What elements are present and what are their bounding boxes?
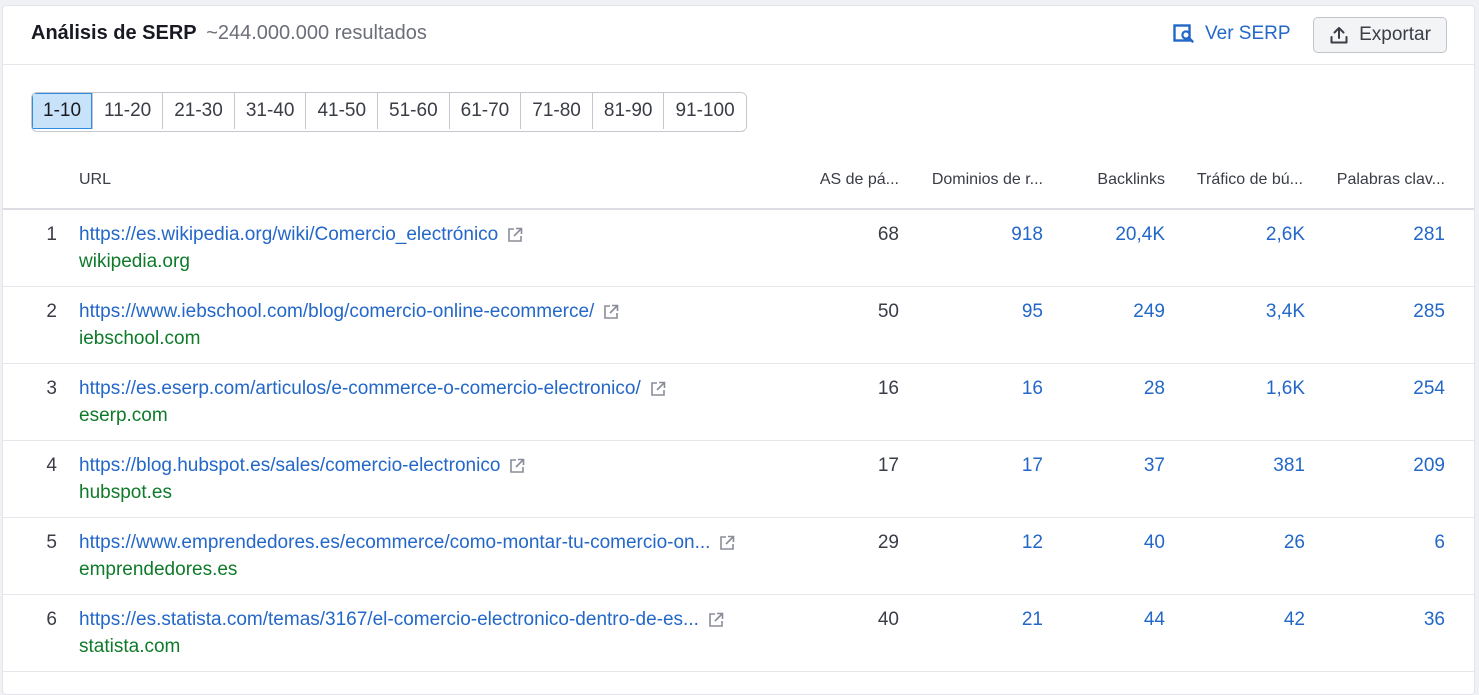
row-rank: 1 (46, 224, 57, 245)
url-text: https://www.emprendedores.es/ecommerce/c… (79, 532, 711, 553)
backlinks-value[interactable]: 37 (1075, 455, 1165, 477)
table-row: 4 https://blog.hubspot.es/sales/comercio… (3, 441, 1474, 518)
referring-domains-value[interactable]: 918 (953, 224, 1043, 246)
referring-domains-value[interactable]: 12 (953, 532, 1043, 554)
external-link-icon[interactable] (649, 380, 667, 398)
authority-score-value: 40 (877, 609, 899, 630)
export-button[interactable]: Exportar (1313, 17, 1447, 53)
page-range-button[interactable]: 51-60 (378, 93, 450, 129)
page-range-button[interactable]: 1-10 (32, 93, 94, 129)
external-link-icon[interactable] (718, 534, 736, 552)
column-header-referring-domains[interactable]: Dominios de r... (919, 171, 1043, 189)
authority-score-value: 50 (877, 301, 899, 322)
row-rank: 4 (46, 455, 57, 476)
authority-score-value: 16 (877, 378, 899, 399)
external-link-icon[interactable] (707, 611, 725, 629)
keywords-value[interactable]: 285 (1353, 301, 1445, 323)
serp-analysis-panel: Análisis de SERP ~244.000.000 resultados… (2, 5, 1475, 695)
url-text: https://blog.hubspot.es/sales/comercio-e… (79, 455, 501, 476)
result-url-link[interactable]: https://www.emprendedores.es/ecommerce/c… (79, 532, 736, 554)
search-traffic-value[interactable]: 1,6K (1213, 378, 1305, 400)
result-url-link[interactable]: https://www.iebschool.com/blog/comercio-… (79, 301, 620, 323)
result-domain: hubspot.es (79, 482, 172, 503)
column-header-search-traffic[interactable]: Tráfico de bú... (1183, 171, 1303, 189)
row-rank: 5 (46, 532, 57, 553)
row-rank: 3 (46, 378, 57, 399)
referring-domains-value[interactable]: 17 (953, 455, 1043, 477)
url-text: https://es.eserp.com/articulos/e-commerc… (79, 378, 641, 399)
page-range-button[interactable]: 81-90 (592, 93, 665, 129)
serp-preview-icon (1173, 24, 1194, 43)
page-range-button[interactable]: 41-50 (306, 93, 379, 129)
column-header-backlinks[interactable]: Backlinks (1073, 171, 1165, 189)
result-url-link[interactable]: https://es.statista.com/temas/3167/el-co… (79, 609, 725, 631)
ver-serp-button[interactable]: Ver SERP (1173, 22, 1291, 46)
table-row: 3 https://es.eserp.com/articulos/e-comme… (3, 364, 1474, 441)
url-text: https://es.wikipedia.org/wiki/Comercio_e… (79, 224, 499, 245)
backlinks-value[interactable]: 28 (1075, 378, 1165, 400)
referring-domains-value[interactable]: 21 (953, 609, 1043, 631)
table-row: 6 https://es.statista.com/temas/3167/el-… (3, 595, 1474, 672)
ver-serp-label: Ver SERP (1205, 23, 1291, 44)
url-text: https://es.statista.com/temas/3167/el-co… (79, 609, 699, 630)
results-pagination: 1-10 11-20 21-30 31-40 41-50 51-60 61-70… (31, 92, 747, 132)
table-row: 2 https://www.iebschool.com/blog/comerci… (3, 287, 1474, 364)
backlinks-value[interactable]: 20,4K (1075, 224, 1165, 246)
panel-title: Análisis de SERP ~244.000.000 resultados (31, 22, 427, 45)
keywords-value[interactable]: 254 (1353, 378, 1445, 400)
search-traffic-value[interactable]: 381 (1213, 455, 1305, 477)
page-range-button[interactable]: 71-80 (521, 93, 593, 129)
page-range-button[interactable]: 31-40 (234, 93, 307, 129)
referring-domains-value[interactable]: 95 (953, 301, 1043, 323)
keywords-value[interactable]: 6 (1353, 532, 1445, 554)
search-traffic-value[interactable]: 42 (1213, 609, 1305, 631)
backlinks-value[interactable]: 44 (1075, 609, 1165, 631)
external-link-icon[interactable] (506, 226, 524, 244)
row-rank: 6 (46, 609, 57, 630)
row-rank: 2 (46, 301, 57, 322)
table-row: 1 https://es.wikipedia.org/wiki/Comercio… (3, 210, 1474, 287)
backlinks-value[interactable]: 40 (1075, 532, 1165, 554)
result-domain: emprendedores.es (79, 559, 238, 580)
table-row: 5 https://www.emprendedores.es/ecommerce… (3, 518, 1474, 595)
authority-score-value: 17 (877, 455, 899, 476)
export-label: Exportar (1359, 24, 1431, 45)
result-url-link[interactable]: https://es.wikipedia.org/wiki/Comercio_e… (79, 224, 524, 246)
result-domain: statista.com (79, 636, 181, 657)
results-count: ~244.000.000 resultados (206, 22, 427, 44)
authority-score-value: 68 (877, 224, 899, 245)
result-url-link[interactable]: https://blog.hubspot.es/sales/comercio-e… (79, 455, 526, 477)
column-header-keywords[interactable]: Palabras clav... (1323, 171, 1445, 189)
search-traffic-value[interactable]: 2,6K (1213, 224, 1305, 246)
keywords-value[interactable]: 36 (1353, 609, 1445, 631)
result-domain: iebschool.com (79, 328, 201, 349)
page-range-button[interactable]: 21-30 (163, 93, 235, 129)
page-range-button[interactable]: 61-70 (449, 93, 522, 129)
authority-score-value: 29 (877, 532, 899, 553)
search-traffic-value[interactable]: 3,4K (1213, 301, 1305, 323)
referring-domains-value[interactable]: 16 (953, 378, 1043, 400)
page-range-button[interactable]: 91-100 (664, 93, 746, 129)
url-text: https://www.iebschool.com/blog/comercio-… (79, 301, 595, 322)
backlinks-value[interactable]: 249 (1075, 301, 1165, 323)
result-url-link[interactable]: https://es.eserp.com/articulos/e-commerc… (79, 378, 667, 400)
column-header-url[interactable]: URL (79, 171, 111, 189)
external-link-icon[interactable] (602, 303, 620, 321)
panel-header: Análisis de SERP ~244.000.000 resultados… (3, 6, 1474, 65)
page-range-button[interactable]: 11-20 (93, 93, 164, 129)
upload-icon (1330, 27, 1348, 44)
external-link-icon[interactable] (508, 457, 526, 475)
keywords-value[interactable]: 209 (1353, 455, 1445, 477)
keywords-value[interactable]: 281 (1353, 224, 1445, 246)
result-domain: wikipedia.org (79, 251, 190, 272)
column-header-authority-score[interactable]: AS de pá... (809, 171, 899, 189)
title-text: Análisis de SERP (31, 22, 197, 44)
search-traffic-value[interactable]: 26 (1213, 532, 1305, 554)
result-domain: eserp.com (79, 405, 168, 426)
